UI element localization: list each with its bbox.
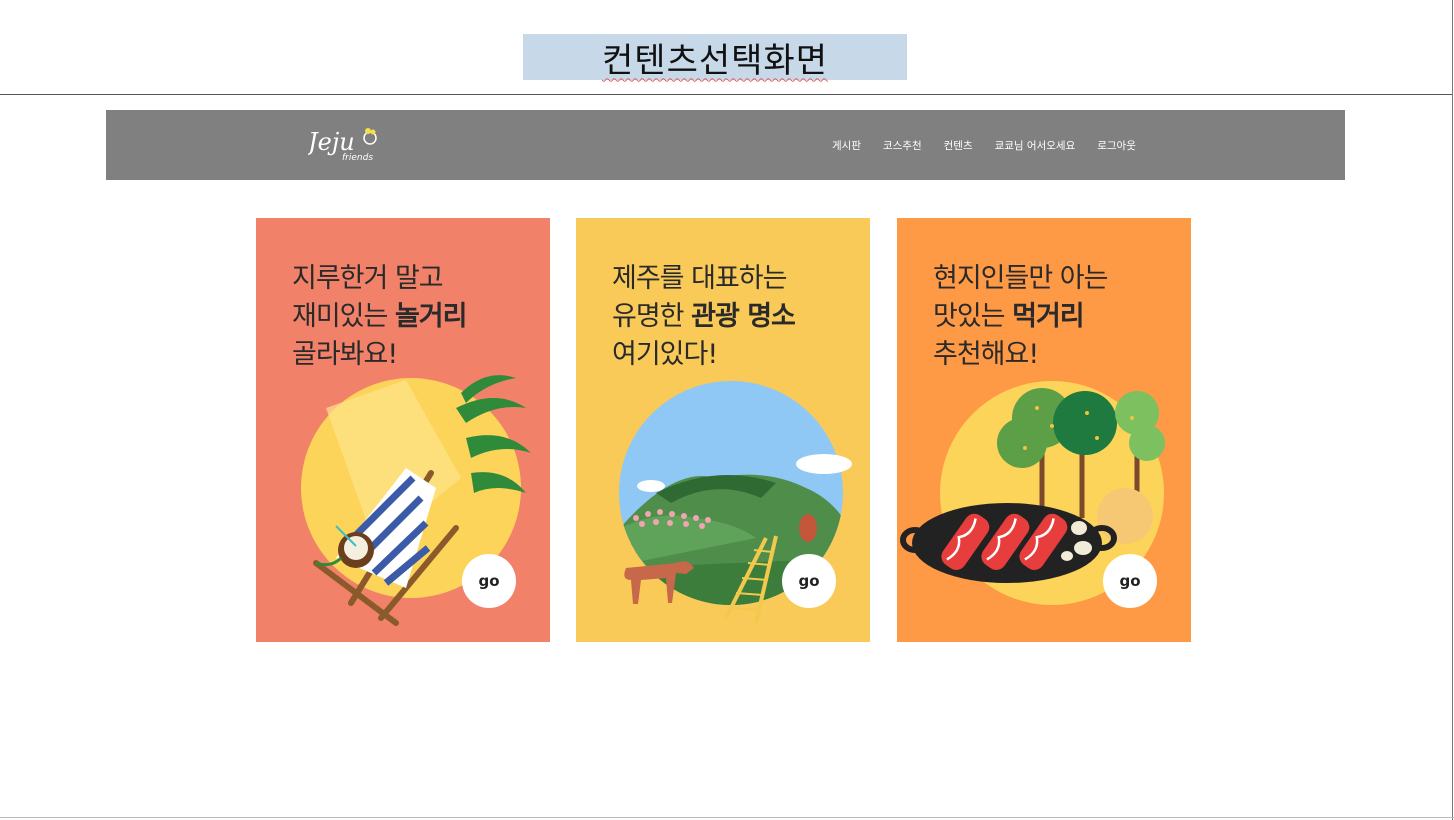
logo-text: Jeju bbox=[308, 128, 355, 156]
logo-subtext: friends bbox=[342, 153, 373, 163]
slide-bottom-border bbox=[0, 817, 1454, 818]
go-button[interactable]: go bbox=[782, 554, 836, 608]
card-caption-line1: 현지인들만 아는 bbox=[933, 263, 1108, 294]
content-card-sightseeing[interactable]: 제주를 대표하는 유명한 관광 명소 여기있다! go bbox=[576, 218, 870, 642]
content-card-food[interactable]: 현지인들만 아는 맛있는 먹거리 추천해요! go bbox=[897, 218, 1191, 642]
card-caption: 제주를 대표하는 유명한 관광 명소 여기있다! bbox=[612, 260, 796, 374]
nav-user-greeting[interactable]: 쿄쿄님 어서오세요 bbox=[995, 138, 1076, 153]
card-caption-line1: 제주를 대표하는 bbox=[612, 263, 787, 294]
card-caption: 현지인들만 아는 맛있는 먹거리 추천해요! bbox=[933, 260, 1108, 374]
site-header: Jeju friends 게시판 코스추천 컨텐츠 쿄쿄님 어서오세요 로그아웃 bbox=[106, 110, 1345, 180]
slide-title-box: 컨텐츠선택화면 bbox=[523, 34, 907, 81]
nav-logout[interactable]: 로그아웃 bbox=[1097, 138, 1136, 153]
slide-divider bbox=[0, 94, 1452, 95]
nav-course-recommend[interactable]: 코스추천 bbox=[883, 138, 922, 153]
content-card-play[interactable]: 지루한거 말고 재미있는 놀거리 골라봐요! go bbox=[256, 218, 550, 642]
card-caption-line2: 맛있는 먹거리 bbox=[933, 301, 1085, 332]
main-nav: 게시판 코스추천 컨텐츠 쿄쿄님 어서오세요 로그아웃 bbox=[832, 110, 1136, 180]
slide-right-border bbox=[1452, 0, 1453, 820]
nav-contents[interactable]: 컨텐츠 bbox=[944, 138, 973, 153]
jeju-friends-logo[interactable]: Jeju friends bbox=[308, 124, 388, 164]
slide-title: 컨텐츠선택화면 bbox=[602, 40, 828, 81]
card-caption-line1: 지루한거 말고 bbox=[292, 263, 444, 294]
nav-board[interactable]: 게시판 bbox=[832, 138, 861, 153]
card-caption: 지루한거 말고 재미있는 놀거리 골라봐요! bbox=[292, 260, 467, 374]
go-button[interactable]: go bbox=[1103, 554, 1157, 608]
go-button[interactable]: go bbox=[462, 554, 516, 608]
card-caption-line2: 유명한 관광 명소 bbox=[612, 301, 796, 332]
card-caption-line2: 재미있는 놀거리 bbox=[292, 301, 467, 332]
